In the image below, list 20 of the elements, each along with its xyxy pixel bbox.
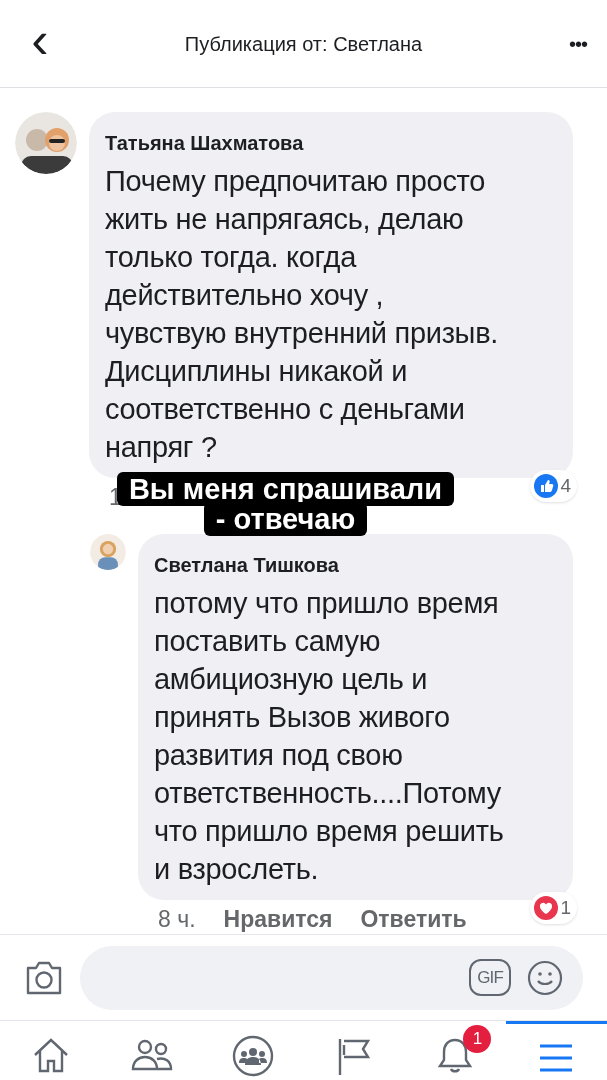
reaction-badge[interactable]: 4 bbox=[530, 469, 577, 502]
notification-badge: 1 bbox=[463, 1025, 492, 1053]
reply-link[interactable]: Ответить bbox=[360, 904, 467, 934]
comment-text: потому что пришло время поставить самую амбициозную цель и принять Вызов живого развития под свою ответственность....Потому что пришло время решить и взрослеть. bbox=[154, 586, 505, 887]
like-link[interactable]: Нравится bbox=[223, 904, 333, 934]
camera-icon[interactable] bbox=[24, 959, 64, 996]
gif-button[interactable]: GIF bbox=[469, 958, 511, 997]
more-button[interactable]: ••• bbox=[547, 28, 587, 59]
reaction-badge[interactable]: 1 bbox=[530, 891, 577, 924]
thumbs-up-icon bbox=[534, 473, 559, 498]
comment-field[interactable]: GIF bbox=[80, 945, 583, 1010]
comment-text: Почему предпочитаю просто жить не напрягаясь, делаю только тогда. когда действительно хочу , чувствую внутренний призыв. Дисциплины никакой и соответственно с деньгами напряг ? bbox=[105, 164, 500, 465]
page-title: Публикация от: Светлана bbox=[184, 31, 423, 57]
nav-tab[interactable]: 1 bbox=[404, 1021, 506, 1080]
smiley-icon[interactable] bbox=[527, 959, 563, 996]
comment-author[interactable]: Светлана Тишкова bbox=[154, 550, 557, 580]
comment-time: 8 ч. bbox=[158, 905, 196, 934]
groups-icon[interactable] bbox=[231, 1035, 274, 1077]
comment-author[interactable]: Татьяна Шахматова bbox=[105, 128, 557, 158]
back-button[interactable]: ‹ bbox=[20, 13, 60, 66]
